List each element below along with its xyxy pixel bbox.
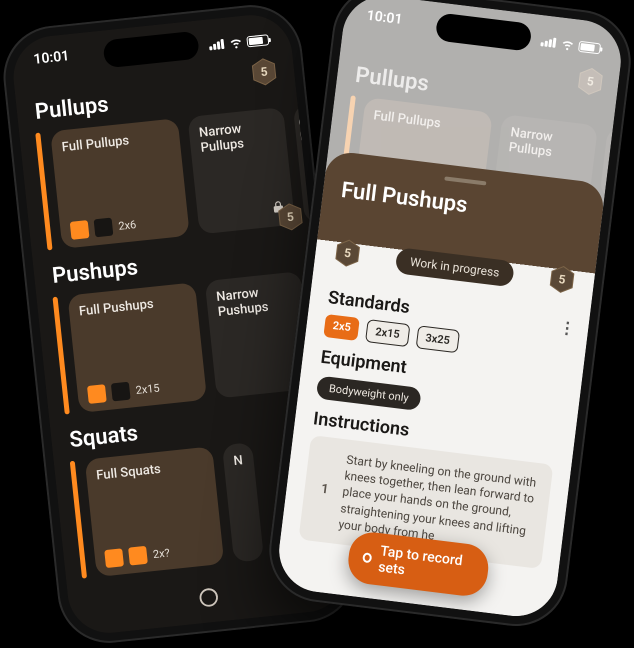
section-pushups: Pushups Full Pushups 2x15 Narrow Pushups — [33, 233, 328, 416]
card-full-squats[interactable]: Full Squats 2x? — [85, 446, 225, 577]
step-number: 1 — [312, 448, 338, 530]
standard-pill[interactable]: 3x25 — [415, 325, 460, 353]
card-title: Full Squats — [96, 457, 205, 483]
card-full-pullups[interactable]: Full Pullups 2x6 — [50, 118, 190, 249]
card-narrow-squats[interactable]: N — [222, 442, 264, 562]
set-box-done — [70, 220, 90, 240]
accent-bar — [70, 461, 87, 579]
set-box-done — [87, 384, 107, 404]
sheet-title: Full Pushups — [340, 178, 585, 233]
card-title: N — [233, 453, 245, 469]
progress-icon[interactable] — [197, 585, 222, 613]
streak-badge: 5 — [575, 66, 606, 97]
card-full-pushups[interactable]: Full Pushups 2x15 — [67, 282, 207, 413]
rep-label: 2x? — [152, 546, 170, 561]
card-title: Full Pushups — [78, 293, 187, 319]
wifi-icon — [560, 37, 576, 53]
battery-icon — [578, 40, 601, 54]
standard-pill[interactable]: 2x5 — [323, 314, 360, 341]
card-narrow-pullups[interactable]: Narrow Pullups 5 — [187, 107, 295, 234]
card-title: Narrow Pullups — [198, 118, 277, 156]
level-badge-left: 5 — [332, 238, 363, 269]
detail-sheet[interactable]: Full Pushups 5 5 Work in progress Standa… — [274, 150, 606, 621]
clock: 10:01 — [33, 48, 71, 76]
card-title: Narrow Pushups — [216, 282, 295, 320]
wifi-icon — [228, 35, 243, 50]
accent-bar — [52, 297, 69, 415]
rep-label: 2x15 — [135, 381, 160, 396]
bg-card: One — [599, 127, 625, 202]
set-box-done — [128, 546, 148, 566]
signal-icon — [209, 39, 226, 51]
equipment-chip: Bodyweight only — [316, 375, 422, 411]
card-title: Full Pullups — [61, 129, 170, 155]
sheet-handle[interactable] — [444, 176, 486, 185]
set-box-pending — [111, 382, 131, 402]
screen-right: 10:01 5 P — [274, 0, 625, 621]
standard-pill[interactable]: 2x15 — [365, 319, 410, 347]
set-box-pending — [94, 218, 114, 238]
streak-value: 5 — [249, 56, 280, 87]
phone-right: 10:01 5 P — [263, 0, 634, 632]
battery-icon — [246, 34, 269, 47]
streak-badge[interactable]: 5 — [249, 56, 280, 87]
rep-label: 2x6 — [118, 218, 137, 233]
signal-icon — [540, 36, 557, 48]
section-pullups: Pullups Full Pullups 2x6 Narrow Pullups — [15, 69, 310, 252]
cta-label: Tap to record sets — [377, 543, 469, 586]
more-icon[interactable]: ⋮ — [558, 318, 577, 339]
level-badge-right: 5 — [546, 264, 577, 295]
exercise-detail-screen: 5 Pullups Full Pullups Narrow Pullups On… — [274, 0, 625, 621]
accent-bar — [35, 133, 52, 251]
set-box-done — [104, 548, 124, 568]
record-icon — [362, 552, 372, 563]
clock: 10:01 — [365, 8, 403, 36]
card-streak: 5 — [275, 201, 306, 232]
